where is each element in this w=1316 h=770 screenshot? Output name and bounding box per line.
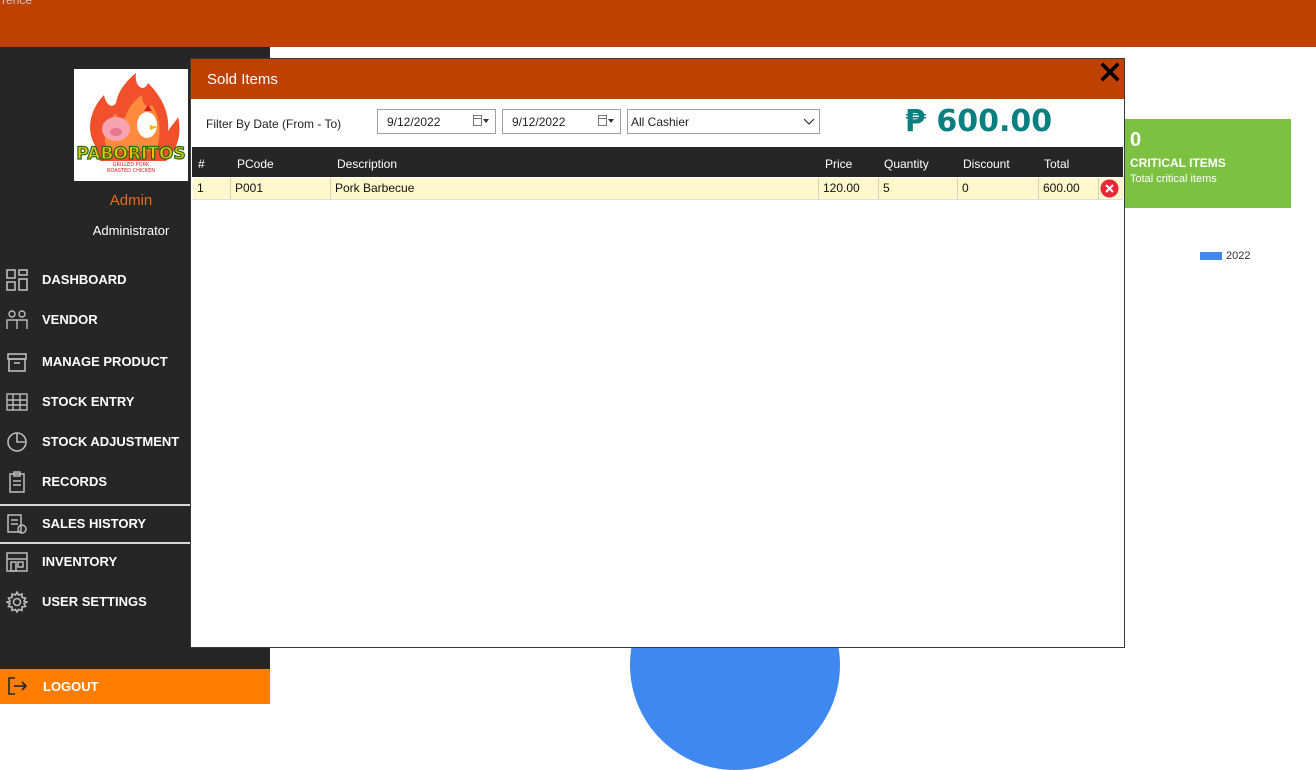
stock-adjustment-icon: [7, 432, 27, 452]
column-header-price: Price: [825, 157, 853, 171]
total-amount: ₱ 600.00: [905, 104, 1053, 139]
sidebar-item-label: INVENTORY: [42, 554, 118, 569]
sidebar-item-label: DASHBOARD: [42, 272, 127, 287]
product-icon: [7, 353, 27, 372]
cell-description: Pork Barbecue: [331, 178, 819, 199]
logo-text: PABORITOS: [76, 144, 185, 164]
logout-label: LOGOUT: [43, 679, 99, 694]
logout-button[interactable]: LOGOUT: [0, 669, 270, 704]
cell-discount: 0: [958, 178, 1039, 199]
cell-total: 600.00: [1039, 178, 1099, 199]
critical-items-count: 0: [1130, 129, 1142, 151]
date-from-value: 9/12/2022: [387, 115, 441, 129]
delete-row-icon[interactable]: [1100, 179, 1119, 198]
vendor-icon: [6, 310, 28, 329]
logout-icon: [8, 677, 28, 695]
cashier-select[interactable]: All Cashier: [627, 109, 820, 134]
window-title: rence: [2, 0, 33, 7]
critical-items-title: CRITICAL ITEMS: [1130, 156, 1226, 170]
chevron-down-icon: [803, 118, 815, 125]
table-row[interactable]: 1 P001 Pork Barbecue 120.00 5 0 600.00: [193, 178, 1123, 200]
dialog-header: Sold Items: [191, 59, 1124, 99]
calendar-dropdown-icon: [598, 115, 614, 126]
logo-wordmark: PABORITOS GRILLED PORK ROASTED CHICKEN: [76, 143, 186, 174]
column-header-description: Description: [337, 157, 398, 171]
app-logo: PABORITOS GRILLED PORK ROASTED CHICKEN: [74, 69, 188, 181]
stock-entry-icon: [6, 393, 28, 411]
critical-items-subtitle: Total critical items: [1130, 173, 1217, 185]
cell-price: 120.00: [819, 178, 879, 199]
column-header-total: Total: [1044, 157, 1070, 171]
sidebar-item-label: VENDOR: [42, 312, 98, 327]
table-header: # PCode Description Price Quantity Disco…: [192, 147, 1123, 177]
sidebar-item-label: SALES HISTORY: [42, 516, 147, 531]
date-to-value: 9/12/2022: [512, 115, 566, 129]
close-icon[interactable]: [1098, 60, 1122, 84]
column-header-quantity: Quantity: [884, 157, 929, 171]
column-header-pcode: PCode: [237, 157, 274, 171]
gear-icon: [6, 591, 28, 613]
sidebar-item-label: USER SETTINGS: [42, 594, 147, 609]
top-bar: rence: [0, 0, 1316, 47]
legend-swatch: [1200, 252, 1222, 261]
legend-label: 2022: [1226, 250, 1251, 262]
dialog-title: Sold Items: [207, 71, 278, 88]
filter-label: Filter By Date (From - To): [206, 117, 342, 131]
cell-number: 1: [193, 178, 231, 199]
dashboard-icon: [6, 269, 28, 291]
critical-items-card[interactable]: 0 CRITICAL ITEMS Total critical items: [1124, 119, 1291, 208]
cashier-value: All Cashier: [631, 115, 690, 129]
date-to-picker[interactable]: 9/12/2022: [502, 109, 621, 134]
calendar-dropdown-icon: [473, 115, 489, 126]
sidebar-item-label: STOCK ADJUSTMENT: [42, 434, 180, 449]
user-name: Admin: [109, 192, 153, 209]
sidebar-item-label: RECORDS: [42, 474, 108, 489]
date-from-picker[interactable]: 9/12/2022: [377, 109, 496, 134]
chart-legend: 2022: [1200, 250, 1250, 262]
user-role: Administrator: [92, 223, 170, 238]
inventory-icon: [6, 552, 28, 572]
cell-pcode: P001: [231, 178, 331, 199]
cell-quantity: 5: [879, 178, 958, 199]
column-header-number: #: [198, 157, 205, 171]
column-header-discount: Discount: [963, 157, 1010, 171]
records-icon: [9, 471, 25, 493]
sidebar-item-label: STOCK ENTRY: [42, 394, 135, 409]
sold-items-dialog: Sold Items Filter By Date (From - To) 9/…: [190, 58, 1125, 648]
logo-tagline-2: ROASTED CHICKEN: [107, 168, 155, 174]
sidebar-item-label: MANAGE PRODUCT: [42, 354, 168, 369]
sales-history-icon: [7, 514, 27, 534]
